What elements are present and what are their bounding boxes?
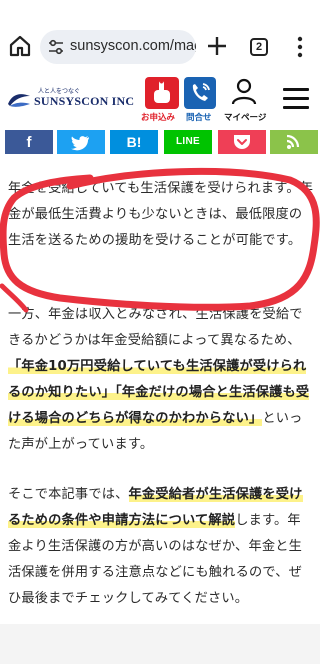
- context-paragraph: 一方、年金は収入とみなされ、生活保護を受給できるかどうかは年金受給額によって異な…: [8, 302, 314, 458]
- context-text-a: 一方、年金は収入とみなされ、生活保護を受給できるかどうかは年金受給額によって異な…: [8, 307, 303, 348]
- new-tab-icon[interactable]: [206, 35, 228, 57]
- line-share-button[interactable]: LINE: [164, 130, 212, 154]
- contact-button[interactable]: [184, 77, 216, 109]
- pocket-icon: [234, 135, 250, 149]
- twitter-share-button[interactable]: [57, 130, 105, 154]
- tab-switcher-button[interactable]: 2: [250, 38, 268, 56]
- phone-icon: [192, 83, 210, 101]
- site-settings-icon[interactable]: [48, 39, 64, 55]
- hatena-bookmark-button[interactable]: B!: [110, 130, 158, 154]
- hand-pointer-icon: [154, 80, 170, 103]
- url-text: sunsyscon.com/mag: [70, 38, 196, 54]
- intro-paragraph: 年金を受給していても生活保護を受けられます。年金が最低生活費よりも少ないときは、…: [8, 181, 314, 248]
- rss-icon: [286, 134, 300, 149]
- url-bar[interactable]: sunsyscon.com/mag: [40, 30, 196, 64]
- contact-label[interactable]: 問合せ: [186, 111, 212, 123]
- page-bottom-area: [0, 624, 320, 664]
- summary-paragraph: そこで本記事では、年金受給者が生活保護を受けるための条件や申請方法について解説し…: [8, 482, 314, 612]
- facebook-share-button[interactable]: f: [5, 130, 53, 154]
- rss-feed-button[interactable]: [270, 130, 318, 154]
- apply-label[interactable]: お申込み: [141, 111, 175, 123]
- more-options-icon[interactable]: [294, 36, 306, 58]
- home-icon[interactable]: [8, 34, 32, 58]
- company-logo-icon[interactable]: [6, 90, 32, 110]
- twitter-bird-icon: [71, 136, 89, 151]
- apply-button[interactable]: [145, 77, 179, 109]
- hamburger-menu-icon[interactable]: [283, 88, 309, 110]
- mypage-label[interactable]: マイページ: [224, 111, 266, 123]
- pocket-share-button[interactable]: [218, 130, 266, 154]
- logo-name[interactable]: SUNSYSCON INC: [34, 94, 134, 109]
- summary-text-a: そこで本記事では、: [8, 487, 129, 502]
- user-icon[interactable]: [231, 78, 257, 106]
